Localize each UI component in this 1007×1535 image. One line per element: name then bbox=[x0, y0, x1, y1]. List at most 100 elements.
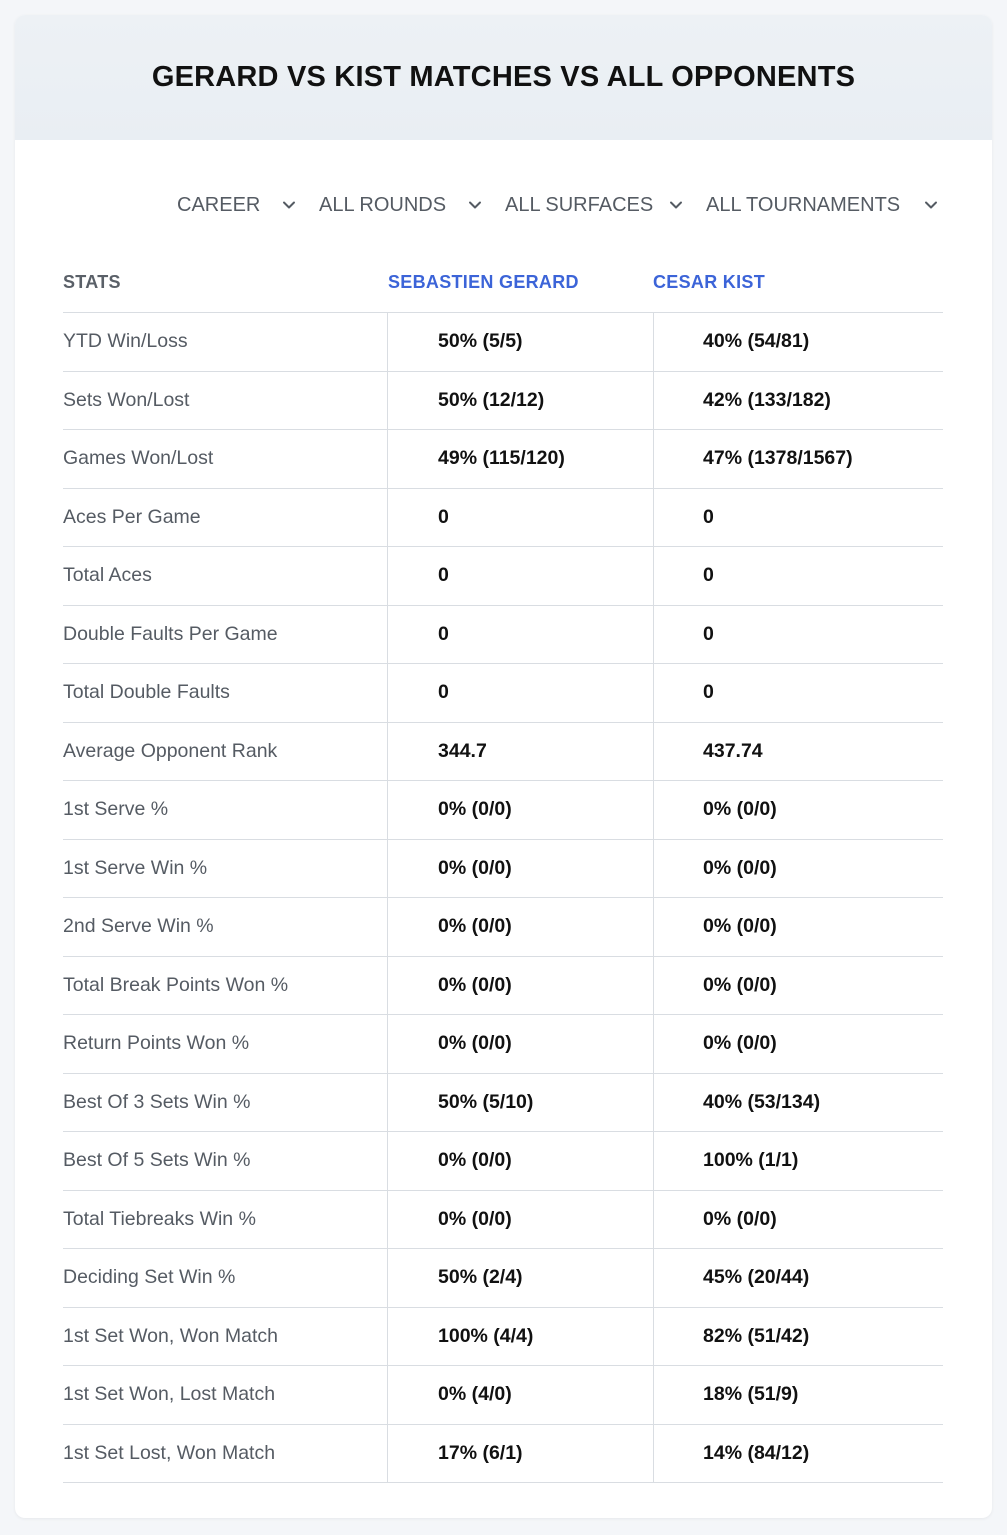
card-header: GERARD VS KIST MATCHES VS ALL OPPONENTS bbox=[15, 15, 992, 140]
player1-value: 0 bbox=[387, 605, 653, 663]
player2-value: 42% (133/182) bbox=[653, 371, 943, 429]
player1-value: 50% (12/12) bbox=[387, 371, 653, 429]
stat-label: 2nd Serve Win % bbox=[63, 915, 214, 938]
player2-value: 0% (0/0) bbox=[653, 898, 943, 956]
table-row: Total Tiebreaks Win % 0% (0/0) 0% (0/0) bbox=[63, 1190, 943, 1249]
player2-value: 40% (54/81) bbox=[653, 313, 943, 371]
player1-value: 0% (0/0) bbox=[387, 898, 653, 956]
table-row: Deciding Set Win % 50% (2/4) 45% (20/44) bbox=[63, 1249, 943, 1308]
player1-value: 0% (0/0) bbox=[387, 1015, 653, 1073]
player2-value: 0 bbox=[653, 605, 943, 663]
player2-value: 0 bbox=[653, 664, 943, 722]
table-header: STATS SEBASTIEN GERARD CESAR KIST bbox=[63, 255, 943, 313]
stat-label: Games Won/Lost bbox=[63, 447, 214, 470]
table-row: 1st Set Won, Won Match 100% (4/4) 82% (51/… bbox=[63, 1307, 943, 1366]
column-header-player1[interactable]: SEBASTIEN GERARD bbox=[388, 272, 579, 293]
stat-label: 1st Serve Win % bbox=[63, 856, 208, 879]
player1-value: 344.7 bbox=[387, 722, 653, 780]
stat-label: YTD Win/Loss bbox=[63, 330, 188, 353]
stat-label: Total Break Points Won % bbox=[63, 973, 289, 996]
filter-rounds-dropdown[interactable]: ALL ROUNDS bbox=[319, 187, 491, 223]
player1-value: 0% (0/0) bbox=[387, 1132, 653, 1190]
filter-label: ALL TOURNAMENTS bbox=[706, 193, 901, 216]
filter-bar: CAREER ALL ROUNDS ALL SURFACES ALL TOURN… bbox=[15, 187, 992, 223]
table-row: Total Break Points Won % 0% (0/0) 0% (0/0) bbox=[63, 956, 943, 1015]
table-row: Games Won/Lost 49% (115/120) 47% (1378/156… bbox=[63, 430, 943, 489]
player2-value: 100% (1/1) bbox=[653, 1132, 943, 1190]
stat-label: 1st Serve % bbox=[63, 798, 169, 821]
stat-label: Sets Won/Lost bbox=[63, 388, 190, 411]
table-row: Double Faults Per Game 0 0 bbox=[63, 605, 943, 664]
table-row: 1st Set Lost, Won Match 17% (6/1) 14% (84/… bbox=[63, 1424, 943, 1483]
filter-label: CAREER bbox=[177, 193, 261, 216]
column-header-player2[interactable]: CESAR KIST bbox=[653, 272, 765, 293]
filter-surfaces-dropdown[interactable]: ALL SURFACES bbox=[505, 187, 685, 223]
player2-value: 45% (20/44) bbox=[653, 1249, 943, 1307]
player2-value: 82% (51/42) bbox=[653, 1307, 943, 1365]
stat-label: 1st Set Won, Lost Match bbox=[63, 1383, 276, 1406]
player1-value: 0% (0/0) bbox=[387, 839, 653, 897]
table-row: 2nd Serve Win % 0% (0/0) 0% (0/0) bbox=[63, 898, 943, 957]
filter-tournaments-dropdown[interactable]: ALL TOURNAMENTS bbox=[706, 187, 946, 223]
player1-value: 49% (115/120) bbox=[387, 430, 653, 488]
player2-value: 0 bbox=[653, 488, 943, 546]
chevron-down-icon bbox=[283, 201, 295, 209]
table-row: Average Opponent Rank 344.7 437.74 bbox=[63, 722, 943, 781]
player2-value: 18% (51/9) bbox=[653, 1366, 943, 1424]
table-row: Aces Per Game 0 0 bbox=[63, 488, 943, 547]
stats-card: GERARD VS KIST MATCHES VS ALL OPPONENTS … bbox=[15, 15, 992, 1518]
player1-value: 0 bbox=[387, 488, 653, 546]
player2-value: 0% (0/0) bbox=[653, 1015, 943, 1073]
stat-label: Average Opponent Rank bbox=[63, 739, 278, 762]
table-row: Best Of 5 Sets Win % 0% (0/0) 100% (1/1) bbox=[63, 1132, 943, 1191]
player1-value: 0% (0/0) bbox=[387, 781, 653, 839]
player2-value: 0 bbox=[653, 547, 943, 605]
table-row: Sets Won/Lost 50% (12/12) 42% (133/182) bbox=[63, 371, 943, 430]
player2-value: 437.74 bbox=[653, 722, 943, 780]
filter-label: ALL SURFACES bbox=[505, 193, 654, 216]
chevron-down-icon bbox=[469, 201, 481, 209]
player2-value: 14% (84/12) bbox=[653, 1424, 943, 1482]
stat-label: 1st Set Won, Won Match bbox=[63, 1324, 278, 1347]
player1-value: 100% (4/4) bbox=[387, 1307, 653, 1365]
column-header-stats: STATS bbox=[63, 272, 121, 292]
stat-label: Total Aces bbox=[63, 564, 152, 587]
player1-value: 0 bbox=[387, 547, 653, 605]
filter-career-dropdown[interactable]: CAREER bbox=[177, 187, 307, 223]
player1-value: 50% (5/10) bbox=[387, 1073, 653, 1131]
stat-label: 1st Set Lost, Won Match bbox=[63, 1441, 276, 1464]
player2-value: 40% (53/134) bbox=[653, 1073, 943, 1131]
player1-value: 0% (0/0) bbox=[387, 956, 653, 1014]
stat-label: Return Points Won % bbox=[63, 1032, 250, 1055]
table-row: YTD Win/Loss 50% (5/5) 40% (54/81) bbox=[63, 313, 943, 372]
player1-value: 0% (4/0) bbox=[387, 1366, 653, 1424]
table-row: 1st Serve % 0% (0/0) 0% (0/0) bbox=[63, 781, 943, 840]
page-title: GERARD VS KIST MATCHES VS ALL OPPONENTS bbox=[151, 61, 856, 93]
stat-label: Double Faults Per Game bbox=[63, 622, 278, 645]
player2-value: 47% (1378/1567) bbox=[653, 430, 943, 488]
table-body: YTD Win/Loss 50% (5/5) 40% (54/81) Sets Won… bbox=[63, 313, 943, 1483]
table-row: Return Points Won % 0% (0/0) 0% (0/0) bbox=[63, 1015, 943, 1074]
chevron-down-icon bbox=[670, 201, 682, 209]
player2-value: 0% (0/0) bbox=[653, 956, 943, 1014]
player1-value: 50% (2/4) bbox=[387, 1249, 653, 1307]
player1-value: 50% (5/5) bbox=[387, 313, 653, 371]
stats-table: STATS SEBASTIEN GERARD CESAR KIST YTD Wi… bbox=[63, 255, 943, 1483]
stat-label: Best Of 5 Sets Win % bbox=[63, 1149, 251, 1172]
chevron-down-icon bbox=[925, 201, 937, 209]
stat-label: Aces Per Game bbox=[63, 505, 201, 528]
player1-value: 17% (6/1) bbox=[387, 1424, 653, 1482]
table-row: 1st Serve Win % 0% (0/0) 0% (0/0) bbox=[63, 839, 943, 898]
stat-label: Total Tiebreaks Win % bbox=[63, 1207, 256, 1230]
stat-label: Total Double Faults bbox=[63, 681, 230, 704]
stat-label: Deciding Set Win % bbox=[63, 1266, 236, 1289]
player2-value: 0% (0/0) bbox=[653, 781, 943, 839]
filter-label: ALL ROUNDS bbox=[319, 193, 447, 216]
table-row: 1st Set Won, Lost Match 0% (4/0) 18% (51/9… bbox=[63, 1366, 943, 1425]
table-row: Best Of 3 Sets Win % 50% (5/10) 40% (53/13… bbox=[63, 1073, 943, 1132]
player2-value: 0% (0/0) bbox=[653, 1190, 943, 1248]
table-row: Total Aces 0 0 bbox=[63, 547, 943, 606]
player1-value: 0 bbox=[387, 664, 653, 722]
stat-label: Best Of 3 Sets Win % bbox=[63, 1090, 251, 1113]
player2-value: 0% (0/0) bbox=[653, 839, 943, 897]
